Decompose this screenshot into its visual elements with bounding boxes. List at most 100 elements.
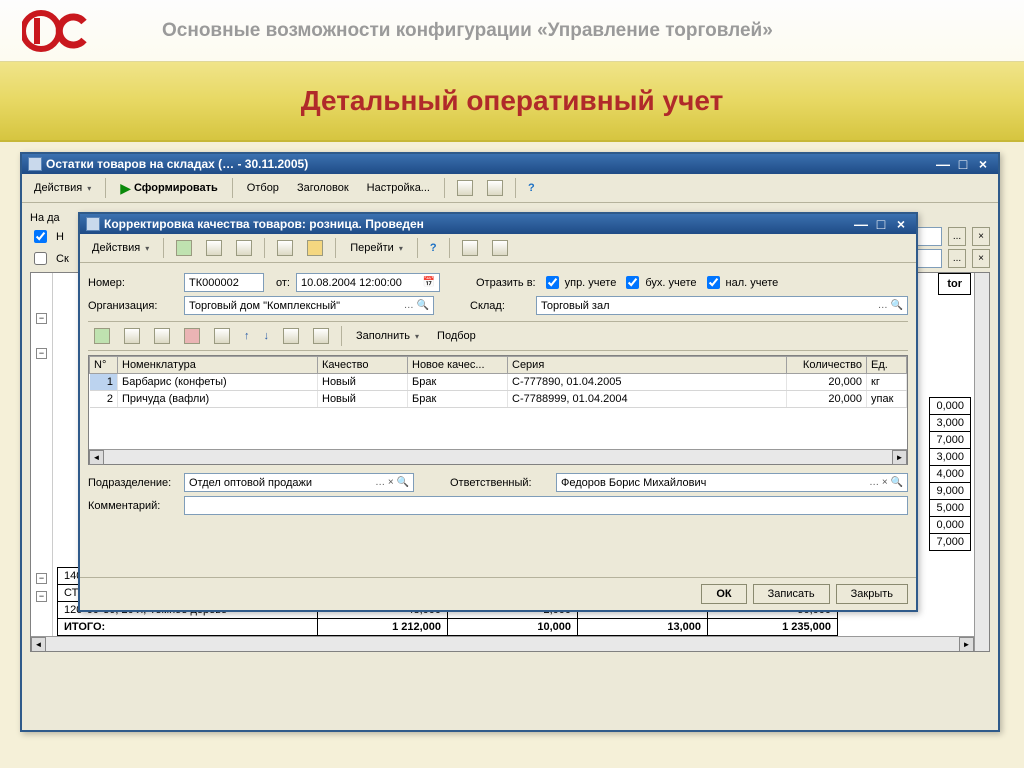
items-grid: N° Номенклатура Качество Новое качес... … [88,355,908,465]
grid-insert-icon[interactable] [120,325,144,347]
dept-field[interactable]: Отдел оптовой продажи … × 🔍 [184,473,414,492]
slide-title: Детальный оперативный учет [301,85,724,117]
col-unit[interactable]: Ед. [867,357,907,374]
toolbar-icon-nav3[interactable] [232,237,256,259]
ellipsis-button-2[interactable]: ... [948,249,966,268]
toolbar-icon-struct1[interactable] [458,237,482,259]
grid-edit-icon[interactable] [210,325,234,347]
date-field[interactable]: 10.08.2004 12:00:00 📅 [296,273,440,292]
org-label: Организация: [88,300,178,312]
ellipsis-icon[interactable]: … 🔍 [404,300,429,311]
ok-button[interactable]: ОК [701,584,746,604]
grid-row[interactable]: 2 Причуда (вафли) Новый Брак С-7788999, … [90,391,907,408]
header-caption: Основные возможности конфигурации «Управ… [102,20,1012,42]
tree-collapse-icon[interactable]: − [36,591,47,602]
footer-buttons: ОК Записать Закрыть [80,577,916,610]
scroll-right-icon[interactable]: ► [959,637,974,652]
resp-field[interactable]: Федоров Борис Михайлович … × 🔍 [556,473,908,492]
grid-copy-icon[interactable] [150,325,174,347]
grid-down-icon[interactable]: ↓ [260,327,274,345]
goto-menu[interactable]: Перейти▾ [344,239,409,257]
select-button[interactable]: Подбор [431,327,482,345]
chk-acct[interactable]: бух. учете [622,273,696,292]
window-title: Остатки товаров на складах (… - 30.11.20… [42,157,934,171]
window-quality-adjust: Корректировка качества товаров: розница.… [78,212,918,612]
calendar-icon[interactable]: 📅 [423,277,435,288]
toolbar-icon-1[interactable] [453,177,477,199]
scroll-left-icon[interactable]: ◄ [31,637,46,652]
actions-menu[interactable]: Действия▾ [86,239,155,257]
close-button[interactable]: × [892,217,910,231]
comment-field[interactable] [184,496,908,515]
save-button[interactable]: Записать [753,584,830,604]
close-button[interactable]: Закрыть [836,584,908,604]
maximize-button[interactable]: □ [954,157,972,171]
tree-collapse-icon[interactable]: − [36,313,47,324]
filter-button[interactable]: Отбор [241,179,285,197]
grid-delete-icon[interactable] [180,325,204,347]
fill-menu[interactable]: Заполнить▾ [350,327,425,345]
toolbar-icon-struct2[interactable] [488,237,512,259]
tree-column: − − − − [31,273,53,636]
chk-mgmt[interactable]: упр. учете [542,273,617,292]
filter-chk-2[interactable] [34,252,47,265]
scrollbar-horizontal[interactable]: ◄ ► [31,636,974,651]
wh-field[interactable]: Торговый зал … 🔍 [536,296,908,315]
close-button[interactable]: × [974,157,992,171]
maximize-button[interactable]: □ [872,217,890,231]
grid-up-icon[interactable]: ↑ [240,327,254,345]
form-button[interactable]: ▶Сформировать [114,179,224,197]
help-icon[interactable]: ? [524,179,539,197]
comment-label: Комментарий: [88,500,178,512]
grid-sort-desc-icon[interactable] [309,325,333,347]
from-label: от: [276,277,290,289]
ellipsis-icon[interactable]: … 🔍 [878,300,903,311]
settings-button[interactable]: Настройка... [361,179,436,197]
toolbar-icon-post[interactable] [303,237,327,259]
filter-chk-1[interactable] [34,230,47,243]
toolbar-icon-nav2[interactable] [202,237,226,259]
toolbar-icon-copy[interactable] [273,237,297,259]
number-field[interactable]: ТК000002 [184,273,264,292]
tree-collapse-icon[interactable]: − [36,573,47,584]
ellipsis-icon[interactable]: … × 🔍 [869,477,903,488]
scroll-left-icon[interactable]: ◄ [89,450,104,465]
grid-header-row: N° Номенклатура Качество Новое качес... … [90,357,907,374]
col-newquality[interactable]: Новое качес... [408,357,508,374]
minimize-button[interactable]: — [934,157,952,171]
col-qty[interactable]: Количество [787,357,867,374]
org-field[interactable]: Торговый дом "Комплексный" … 🔍 [184,296,434,315]
window-title: Корректировка качества товаров: розница.… [100,217,852,231]
resp-label: Ответственный: [450,477,550,489]
tree-collapse-icon[interactable]: − [36,348,47,359]
toolbar-stock: Действия▾ ▶Сформировать Отбор Заголовок … [22,174,998,203]
window-icon [28,157,42,171]
scrollbar-vertical[interactable] [974,273,989,651]
header-button[interactable]: Заголовок [291,179,355,197]
grid-row[interactable]: 1 Барбарис (конфеты) Новый Брак С-777890… [90,374,907,391]
scroll-right-icon[interactable]: ► [892,450,907,465]
actions-menu[interactable]: Действия▾ [28,179,97,197]
clear-button-2[interactable]: × [972,249,990,268]
grid-sort-asc-icon[interactable] [279,325,303,347]
col-nomenclature[interactable]: Номенклатура [118,357,318,374]
ellipsis-icon[interactable]: … × 🔍 [375,477,409,488]
col-n[interactable]: N° [90,357,118,374]
date-label: На да [30,212,60,224]
col-series[interactable]: Серия [508,357,787,374]
help-icon[interactable]: ? [426,239,441,257]
grid-scrollbar[interactable]: ◄ ► [89,449,907,464]
col-quality[interactable]: Качество [318,357,408,374]
titlebar-stock[interactable]: Остатки товаров на складах (… - 30.11.20… [22,154,998,174]
titlebar-quality[interactable]: Корректировка качества товаров: розница.… [80,214,916,234]
filter-label-2: Ск [56,253,69,265]
minimize-button[interactable]: — [852,217,870,231]
toolbar-icon-2[interactable] [483,177,507,199]
grid-add-icon[interactable] [90,325,114,347]
chk-tax[interactable]: нал. учете [703,273,779,292]
clear-button[interactable]: × [972,227,990,246]
ellipsis-button[interactable]: ... [948,227,966,246]
toolbar-icon-nav1[interactable] [172,237,196,259]
slide-title-band: Детальный оперативный учет [0,62,1024,142]
logo-1c [12,6,102,56]
